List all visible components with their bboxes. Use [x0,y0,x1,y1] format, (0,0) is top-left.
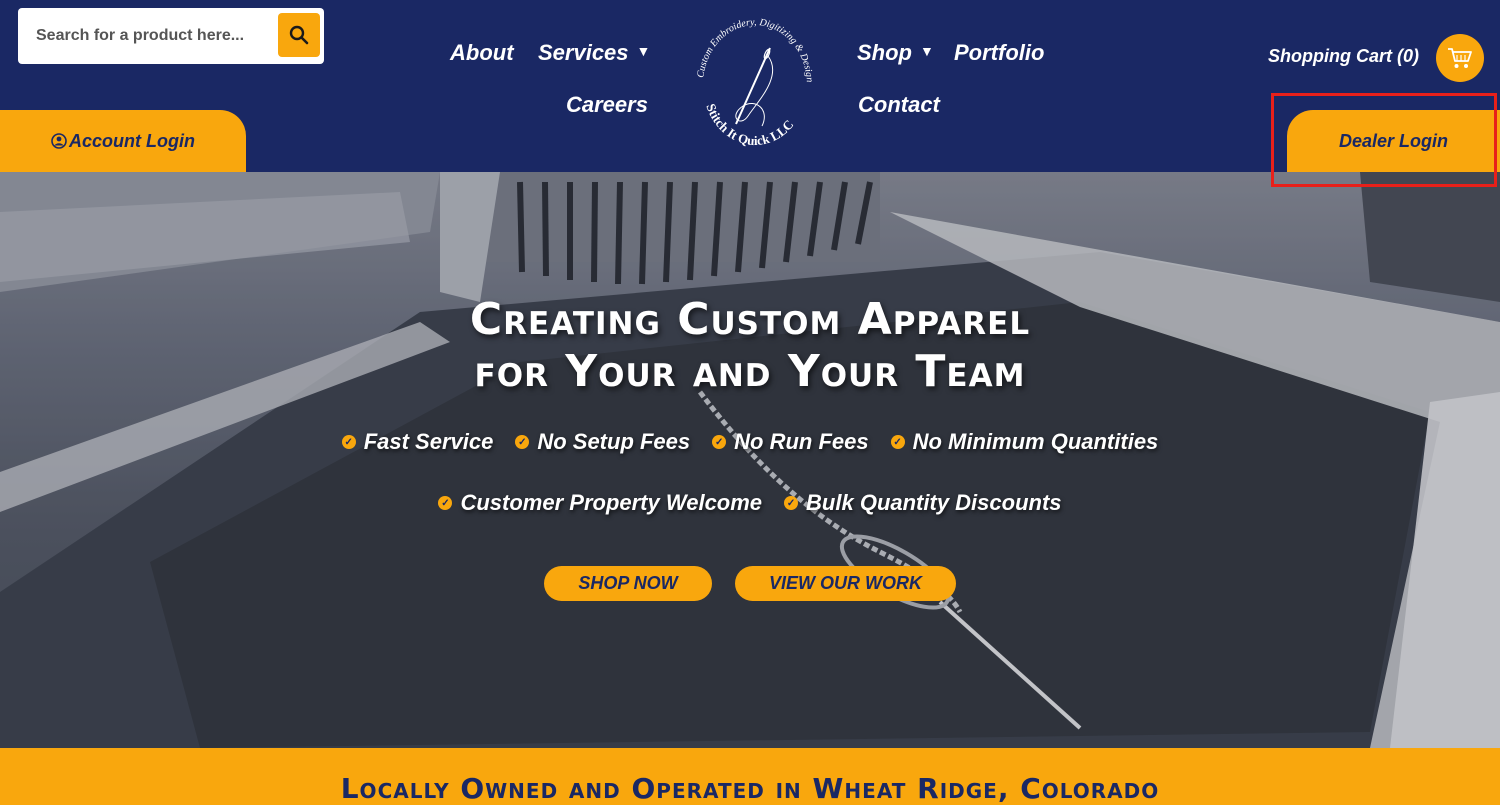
hero-title: Creating Custom Apparel for Your and You… [250,294,1250,398]
check-icon: ✓ [438,496,453,510]
feature-label: No Minimum Quantities [912,429,1159,454]
feature-item: ✓ No Run Fees [712,429,869,455]
shop-now-button[interactable]: SHOP NOW [544,566,712,601]
feature-label: Bulk Quantity Discounts [806,490,1062,515]
view-our-work-button[interactable]: VIEW OUR WORK [735,566,956,601]
search-icon [289,25,309,45]
company-logo[interactable]: Custom Embroidery, Digitizing & Design S… [688,6,822,164]
features-row-1: ✓ Fast Service ✓ No Setup Fees ✓ No Run Fee… [200,429,1300,455]
feature-item: ✓ No Setup Fees [515,429,690,455]
view-our-work-label: VIEW OUR WORK [769,573,922,593]
features-row-2: ✓ Customer Property Welcome ✓ Bulk Quantit… [200,490,1300,516]
feature-label: No Setup Fees [537,429,691,454]
hero-section: Creating Custom Apparel for Your and You… [0,172,1500,748]
nav-shop-label: Shop [857,40,912,65]
check-icon: ✓ [784,496,799,510]
check-icon: ✓ [712,435,727,449]
search-input[interactable] [18,8,274,64]
nav-contact-label: Contact [858,92,940,117]
search-button[interactable] [278,13,320,57]
location-banner-text: Locally Owned and Operated in Wheat Ridg… [340,772,1160,805]
feature-item: ✓ Customer Property Welcome [438,490,762,516]
nav-shop[interactable]: Shop ▼ [857,40,934,66]
site-header: About Services▼ Careers Shop▼ Portfolio … [0,0,1500,172]
nav-about-label: About [450,40,514,65]
shopping-cart-link[interactable]: Shopping Cart (0) [1268,46,1419,67]
feature-label: Customer Property Welcome [460,490,763,515]
nav-about[interactable]: About [450,40,514,66]
feature-item: ✓ Bulk Quantity Discounts [784,490,1062,516]
feature-label: Fast Service [363,429,494,454]
shop-now-label: SHOP NOW [578,573,678,593]
nav-services[interactable]: Services ▼ [538,40,650,66]
shopping-cart-icon [1448,48,1472,68]
nav-portfolio[interactable]: Portfolio [954,40,1044,66]
hero-title-line2: for Your and Your Team [474,346,1026,397]
check-icon: ✓ [341,435,356,449]
user-circle-icon [51,133,67,149]
dealer-login-label: Dealer Login [1338,130,1449,151]
account-login-label: Account Login [69,130,195,151]
chevron-down-icon: ▼ [920,43,934,59]
svg-text:Stitch It Quick LLC: Stitch It Quick LLC [703,102,796,149]
check-icon: ✓ [515,435,530,449]
check-icon: ✓ [890,435,905,449]
feature-item: ✓ Fast Service [341,429,494,455]
svg-text:Custom Embroidery, Digitizing: Custom Embroidery, Digitizing & Design [695,17,815,83]
feature-label: No Run Fees [734,429,869,454]
logo-ring-text: Custom Embroidery, Digitizing & Design [695,17,815,83]
location-banner: Locally Owned and Operated in Wheat Ridg… [0,748,1500,805]
nav-contact[interactable]: Contact [858,92,940,118]
search-bar [18,8,324,64]
nav-careers-label: Careers [566,92,648,117]
hero-background-image [0,172,1500,748]
logo-company-text: Stitch It Quick LLC [703,102,796,149]
hero-title-line1: Creating Custom Apparel [469,294,1031,345]
nav-careers[interactable]: Careers [566,92,648,118]
nav-portfolio-label: Portfolio [954,40,1045,65]
chevron-down-icon: ▼ [636,43,651,59]
feature-item: ✓ No Minimum Quantities [890,429,1159,455]
account-login-button[interactable]: Account Login [0,110,246,172]
dealer-login-button[interactable]: Dealer Login [1287,110,1500,172]
nav-services-label: Services [538,40,629,65]
shopping-cart-button[interactable] [1436,34,1484,82]
